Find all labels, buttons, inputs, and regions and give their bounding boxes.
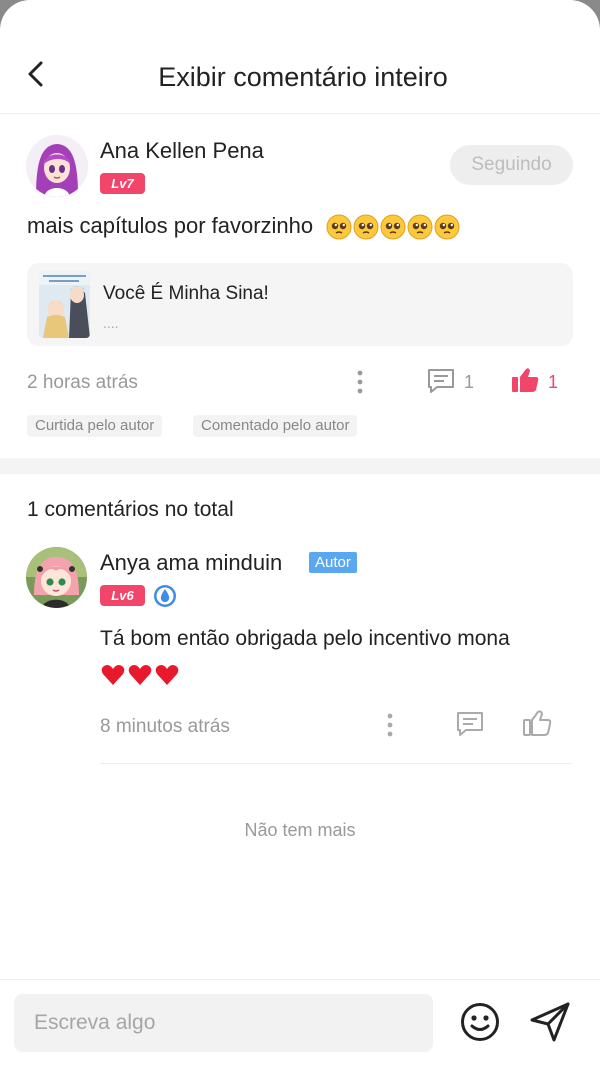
reply-comment-icon[interactable] (455, 710, 485, 738)
comment-input[interactable] (14, 994, 433, 1052)
commented-by-author-tag: Comentado pelo autor (193, 415, 358, 437)
reply-level-badge: Lv6 (100, 585, 145, 606)
comment-timestamp: 2 horas atrás (27, 372, 138, 393)
page-title: Exibir comentário inteiro (158, 62, 448, 92)
comment-text: mais capítulos por favorzinho (27, 213, 460, 240)
pleading-face-emoji-icon (326, 214, 352, 240)
reply-author-name[interactable]: Anya ama minduin (100, 550, 282, 576)
liked-by-author-tag: Curtida pelo autor (27, 415, 163, 437)
send-icon[interactable] (528, 1000, 572, 1044)
author-badge: Autor (309, 552, 357, 573)
pleading-face-emoji-icon (380, 214, 406, 240)
book-title: Você É Minha Sina! (103, 283, 269, 304)
comment-text-content: mais capítulos por favorzinho (27, 213, 314, 238)
thumbs-up-filled-icon[interactable] (510, 366, 540, 394)
avatar-anime-girl-icon (26, 135, 88, 197)
emoji-picker-icon[interactable] (459, 1001, 501, 1043)
verified-drop-badge-icon (154, 585, 176, 607)
thumbs-up-outline-icon[interactable] (522, 709, 552, 737)
reply-divider (100, 763, 573, 764)
like-count: 1 (548, 372, 559, 392)
reply-count: 1 (464, 372, 475, 392)
pleading-face-emoji-icon (407, 214, 433, 240)
book-subtitle: .... (103, 315, 119, 331)
following-button[interactable]: Seguindo (450, 145, 573, 185)
section-divider (0, 458, 600, 474)
avatar[interactable] (26, 135, 88, 197)
composer-divider (0, 979, 600, 980)
book-cover-image (39, 271, 90, 338)
reply-avatar[interactable] (26, 547, 87, 608)
comment-author-name[interactable]: Ana Kellen Pena (100, 138, 264, 164)
pleading-face-emoji-icon (434, 214, 460, 240)
book-card[interactable]: Você É Minha Sina! .... (27, 263, 573, 346)
more-options-icon[interactable] (352, 369, 368, 395)
reply-more-options-icon[interactable] (382, 712, 398, 738)
book-cover-illustration-icon (39, 271, 90, 338)
comment-detail-sheet: Exibir comentário inteiro Ana Kellen Pen… (0, 0, 600, 1067)
reply-timestamp: 8 minutos atrás (100, 716, 230, 737)
replies-total: 1 comentários no total (27, 498, 234, 521)
comment-icon[interactable] (426, 367, 456, 395)
pleading-emoji-row (325, 213, 460, 240)
hearts-emoji-row (100, 662, 182, 688)
red-hearts-icon (101, 665, 179, 685)
header: Exibir comentário inteiro (0, 40, 600, 114)
avatar-anya-icon (26, 547, 87, 608)
no-more-text: Não tem mais (244, 820, 356, 840)
pleading-face-emoji-icon (353, 214, 379, 240)
reply-text: Tá bom então obrigada pelo incentivo mon… (100, 627, 510, 650)
level-badge: Lv7 (100, 173, 145, 194)
